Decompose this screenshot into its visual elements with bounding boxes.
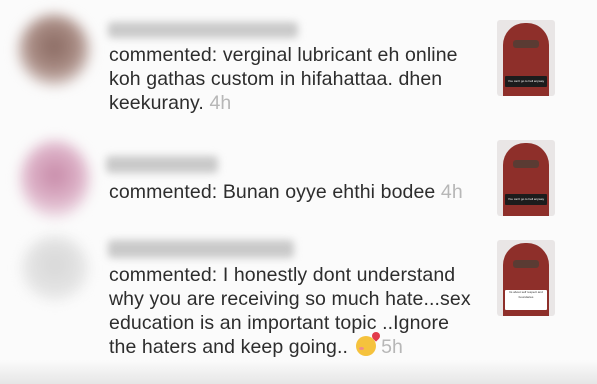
thumbnail-detail (513, 260, 539, 268)
comment-timestamp: 5h (381, 336, 403, 358)
video-thumbnail[interactable]: You can't go to hell anyway (497, 140, 555, 216)
video-thumbnail[interactable]: You can't go to hell anyway (497, 20, 555, 96)
username-redacted[interactable] (106, 156, 218, 173)
comment-body: commented: verginal lubricant eh online … (109, 44, 458, 114)
video-thumbnail[interactable]: Its about self respect and boundaries (497, 240, 555, 316)
avatar[interactable] (20, 140, 90, 218)
thumbnail-detail (513, 40, 539, 48)
bottom-fade (0, 360, 597, 384)
comment-item[interactable]: commented: I honestly dont understand wh… (0, 230, 597, 370)
comment-item[interactable]: commented: verginal lubricant eh online … (0, 0, 597, 130)
comment-text: commented: verginal lubricant eh online … (109, 43, 484, 115)
thumbnail-caption: Its about self respect and boundaries (505, 290, 547, 310)
username-redacted[interactable] (108, 22, 298, 38)
thumbnail-detail (513, 160, 539, 168)
thumbnail-caption: You can't go to hell anyway (505, 194, 547, 205)
comment-timestamp: 4h (209, 92, 232, 114)
comment-body: commented: I honestly dont understand wh… (109, 264, 471, 358)
comment-text: commented: Bunan oyye ehthi bodee 4h (109, 180, 484, 204)
username-redacted[interactable] (108, 240, 294, 258)
comment-timestamp: 4h (440, 181, 463, 203)
thumbnail-caption: You can't go to hell anyway (505, 76, 547, 87)
comment-body: commented: Bunan oyye ehthi bodee (109, 181, 436, 203)
comment-item[interactable]: commented: Bunan oyye ehthi bodee 4h You… (0, 130, 597, 230)
comment-text: commented: I honestly dont understand wh… (109, 263, 479, 359)
avatar[interactable] (18, 14, 90, 86)
thumbnail-figure (503, 143, 549, 216)
avatar[interactable] (22, 236, 88, 300)
comments-screen: commented: verginal lubricant eh online … (0, 0, 597, 384)
smiling-face-with-hearts-icon (355, 336, 376, 356)
